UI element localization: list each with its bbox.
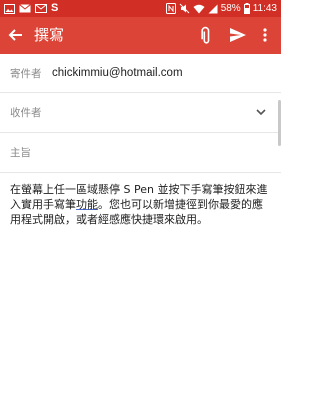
compose-body[interactable]: 在螢幕上任一區域懸停 S Pen 並按下手寫筆按鈕來進入實用手寫筆功能。您也可以… (10, 182, 272, 227)
status-bar-left: S (4, 2, 58, 15)
back-arrow-icon[interactable] (6, 25, 26, 45)
from-label: 寄件者 (10, 68, 42, 80)
subject-label: 主旨 (10, 147, 31, 159)
status-bar-right: 58% 11:43 (165, 2, 277, 15)
to-field[interactable]: 收件者 (0, 93, 281, 133)
send-icon[interactable] (228, 25, 248, 45)
signal-icon (208, 4, 218, 13)
wifi-icon (193, 4, 205, 13)
battery-level: 58% (220, 3, 241, 14)
s-logo-icon: S (51, 2, 59, 14)
battery-icon (243, 3, 250, 14)
page-title: 撰寫 (34, 26, 65, 44)
nfc-icon (165, 3, 176, 14)
to-label: 收件者 (10, 107, 42, 119)
mail-icon (35, 4, 47, 13)
more-vert-icon[interactable] (259, 25, 271, 45)
subject-field[interactable]: 主旨 (0, 133, 281, 173)
status-bar: S 58% 11:43 (0, 0, 281, 17)
app-bar: 撰寫 (0, 17, 281, 54)
from-row: 寄件者 chickimmiu@hotmail.com (0, 54, 281, 93)
from-account[interactable]: chickimmiu@hotmail.com (52, 66, 183, 81)
email-icon (19, 4, 31, 13)
chevron-down-icon[interactable] (255, 107, 267, 117)
body-text-underlined: 功能 (76, 198, 98, 211)
clock: 11:43 (252, 3, 277, 14)
image-icon (4, 3, 15, 14)
paperclip-icon[interactable] (195, 25, 215, 45)
mute-icon (179, 3, 190, 14)
